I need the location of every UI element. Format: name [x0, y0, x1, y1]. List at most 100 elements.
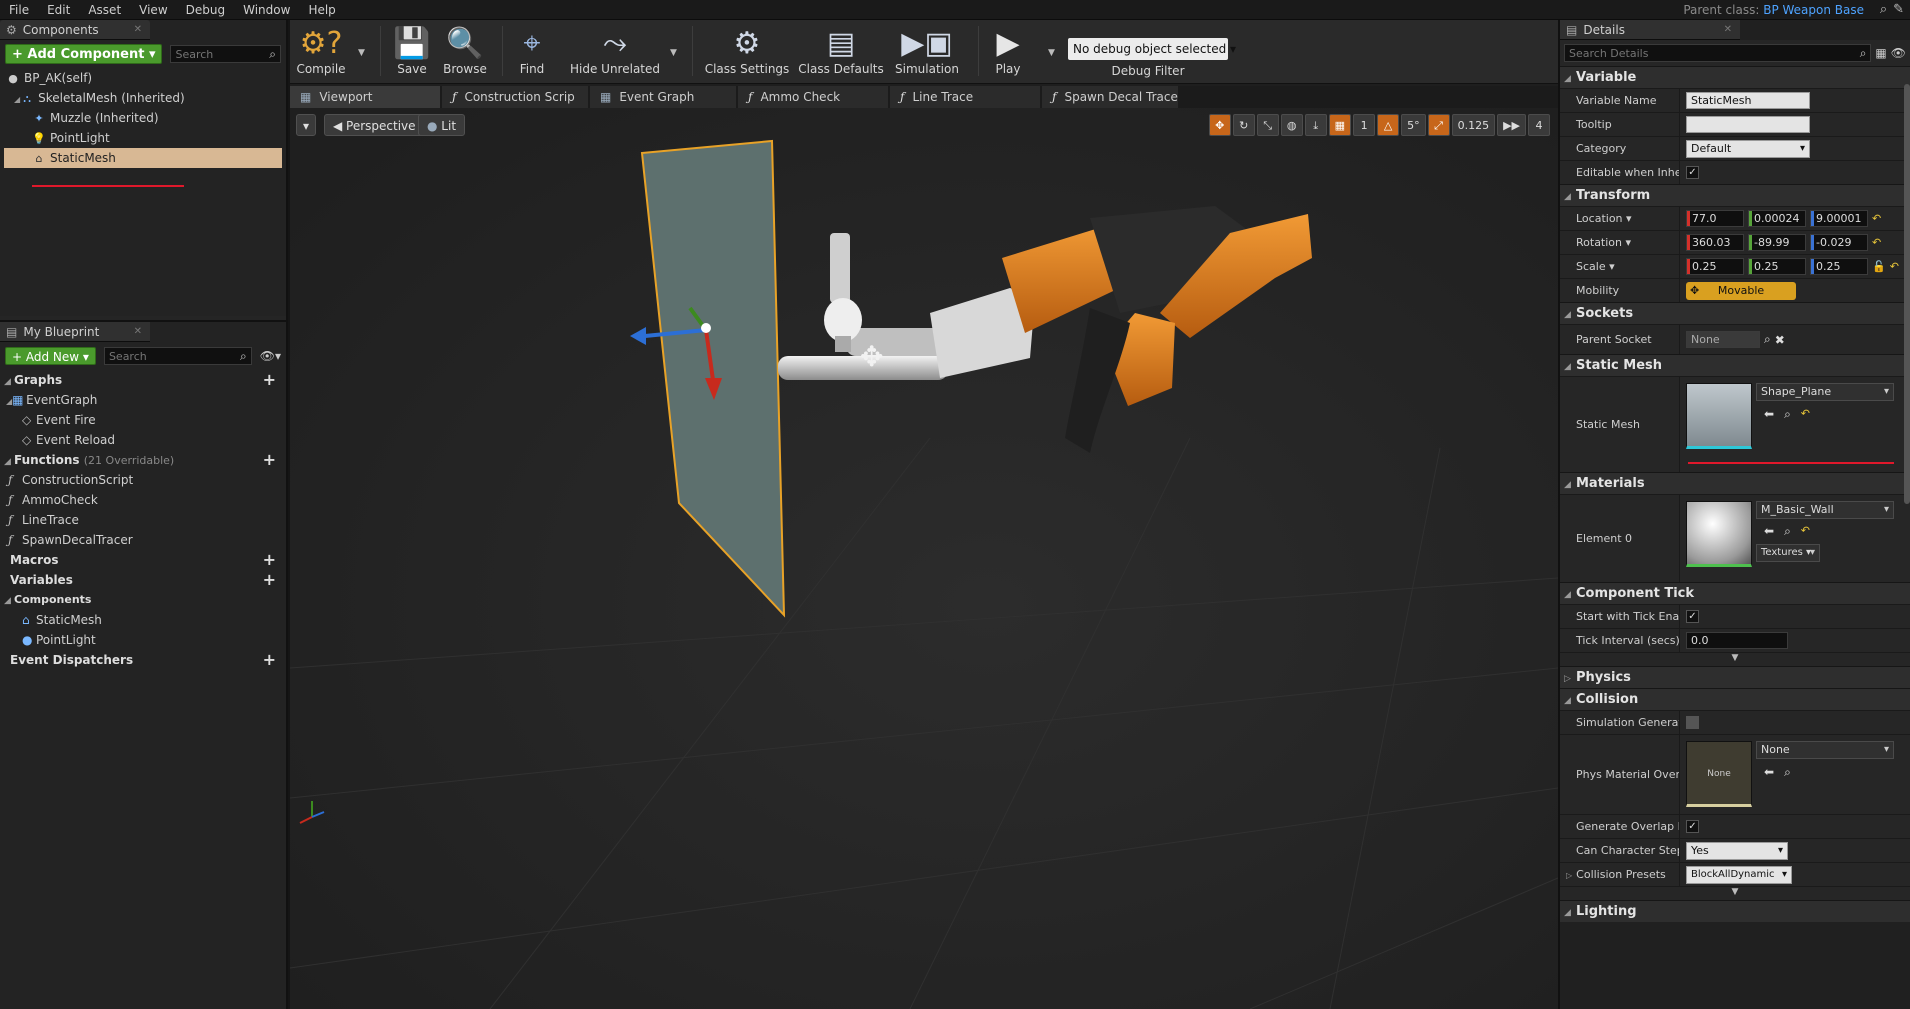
rotation-snap-value[interactable]: 5° [1401, 114, 1426, 136]
play-button[interactable]: ▶ Play [986, 24, 1030, 80]
browse-button[interactable]: 🔍 Browse [440, 24, 490, 80]
save-button[interactable]: 💾 Save [390, 24, 434, 80]
tree-item-pointlight[interactable]: 💡 PointLight [0, 128, 286, 148]
eye-icon[interactable]: 👁 [1891, 46, 1906, 60]
hide-unrelated-dropdown[interactable]: ▼ [670, 48, 677, 58]
macros-section[interactable]: Macros + [0, 550, 286, 570]
property-label[interactable]: Rotation ▾ [1560, 231, 1680, 254]
graphs-section[interactable]: ◢ Graphs + [0, 370, 286, 390]
editable-checkbox[interactable]: ✓ [1686, 166, 1699, 179]
lit-button[interactable]: ● Lit [418, 114, 466, 136]
lock-icon[interactable]: 🔓 [1872, 260, 1886, 273]
search-icon[interactable]: ⌕ [1764, 332, 1771, 347]
tick-interval-input[interactable]: 0.0 [1686, 632, 1788, 649]
static-mesh-thumbnail[interactable] [1686, 383, 1752, 449]
tree-item-staticmesh[interactable]: ⌂ StaticMesh [4, 148, 282, 168]
function-item[interactable]: ƒ ConstructionScript [0, 470, 286, 490]
tree-item-skeletalmesh[interactable]: ◢ ⛬ SkeletalMesh (Inherited) [0, 88, 286, 108]
parent-socket-field[interactable]: None [1686, 331, 1760, 348]
my-blueprint-tab[interactable]: ▤ My Blueprint ✕ [0, 322, 150, 342]
scale-snap-value[interactable]: 0.125 [1451, 114, 1496, 136]
tab-construction-script[interactable]: ƒ Construction Scrip [442, 86, 588, 108]
property-label[interactable]: ▷ Collision Presets [1560, 863, 1680, 886]
component-var-item[interactable]: ⌂ StaticMesh [0, 610, 286, 630]
details-search-input[interactable] [1569, 46, 1860, 60]
details-scrollbar[interactable] [1904, 84, 1910, 504]
add-component-button[interactable]: + Add Component ▾ [5, 44, 163, 64]
scale-z-input[interactable]: 0.25 [1810, 258, 1868, 275]
add-dispatcher-icon[interactable]: + [263, 650, 276, 670]
menu-asset[interactable]: Asset [79, 0, 130, 20]
reset-arrow-icon[interactable]: ↶ [1801, 407, 1810, 422]
perspective-button[interactable]: ◀ Perspective [324, 114, 425, 136]
add-graph-icon[interactable]: + [263, 370, 276, 390]
function-item[interactable]: ƒ SpawnDecalTracer [0, 530, 286, 550]
scale-x-input[interactable]: 0.25 [1686, 258, 1744, 275]
reset-arrow-icon[interactable]: ↶ [1890, 260, 1899, 273]
start-tick-checkbox[interactable]: ✓ [1686, 610, 1699, 623]
tab-viewport[interactable]: ▦ Viewport [290, 86, 440, 108]
menu-debug[interactable]: Debug [177, 0, 234, 20]
grid-snap-icon[interactable]: ▦ [1328, 114, 1352, 136]
scale-icon[interactable]: ⤡ [1256, 114, 1279, 136]
event-fire-item[interactable]: ◇ Event Fire [0, 410, 286, 430]
physics-section[interactable]: ▷ Physics [1560, 666, 1910, 688]
components-tab[interactable]: ⚙ Components ✕ [0, 20, 150, 40]
components-search-input[interactable] [175, 47, 270, 61]
static-mesh-select[interactable]: Shape_Plane [1756, 383, 1894, 401]
use-selected-icon[interactable]: ⬅ [1764, 407, 1774, 422]
event-reload-item[interactable]: ◇ Event Reload [0, 430, 286, 450]
functions-section[interactable]: ◢ Functions (21 Overridable) + [0, 450, 286, 470]
sockets-section[interactable]: ◢ Sockets [1560, 302, 1910, 324]
details-tab[interactable]: ▤ Details ✕ [1560, 20, 1740, 40]
event-graph-item[interactable]: ◢▦ EventGraph [0, 390, 286, 410]
edit-icon[interactable]: ✎ [1893, 2, 1904, 17]
collision-section[interactable]: ◢ Collision [1560, 688, 1910, 710]
browse-icon[interactable]: ⌕ [1784, 765, 1791, 780]
variable-section[interactable]: ◢ Variable [1560, 66, 1910, 88]
scale-snap-icon[interactable]: ⤢ [1427, 114, 1450, 136]
function-item[interactable]: ƒ LineTrace [0, 510, 286, 530]
material-thumbnail[interactable] [1686, 501, 1752, 567]
viewport-options-button[interactable]: ▾ [296, 114, 317, 136]
hide-unrelated-button[interactable]: ⤳ Hide Unrelated [570, 24, 660, 80]
use-selected-icon[interactable]: ⬅ [1764, 524, 1774, 539]
play-options-dropdown[interactable]: ▼ [1048, 48, 1055, 58]
tooltip-input[interactable] [1686, 116, 1810, 133]
property-label[interactable]: Scale ▾ [1560, 255, 1680, 278]
phys-material-select[interactable]: None [1756, 741, 1894, 759]
surface-snap-icon[interactable]: ⤓ [1304, 114, 1327, 136]
compile-options-dropdown[interactable]: ▼ [358, 48, 365, 58]
compile-button[interactable]: ⚙? Compile [296, 24, 346, 80]
component-tick-section[interactable]: ◢ Component Tick [1560, 582, 1910, 604]
simulation-button[interactable]: ▶▣ Simulation [890, 24, 964, 80]
add-macro-icon[interactable]: + [263, 550, 276, 570]
components-search[interactable]: ⌕ [170, 45, 281, 63]
rotate-icon[interactable]: ↻ [1232, 114, 1255, 136]
material-select[interactable]: M_Basic_Wall [1756, 501, 1894, 519]
close-icon[interactable]: ✕ [134, 24, 142, 35]
category-select[interactable]: Default [1686, 139, 1810, 158]
mobility-movable-button[interactable]: ✥ Movable [1686, 281, 1796, 300]
components-vars-section[interactable]: ◢ Components [0, 590, 286, 610]
transform-section[interactable]: ◢ Transform [1560, 184, 1910, 206]
event-dispatchers-section[interactable]: Event Dispatchers + [0, 650, 286, 670]
clear-icon[interactable]: ✖ [1775, 333, 1785, 347]
location-y-input[interactable]: 0.00024 [1748, 210, 1806, 227]
materials-section[interactable]: ◢ Materials [1560, 472, 1910, 494]
details-search[interactable]: ⌕ [1564, 44, 1872, 62]
reset-arrow-icon[interactable]: ↶ [1801, 524, 1810, 539]
find-button[interactable]: ⌖ Find [512, 24, 552, 80]
use-selected-icon[interactable]: ⬅ [1764, 765, 1774, 780]
menu-help[interactable]: Help [299, 0, 344, 20]
rotation-y-input[interactable]: -89.99 [1748, 234, 1806, 251]
add-new-button[interactable]: + Add New ▾ [5, 347, 96, 365]
location-x-input[interactable]: 77.0 [1686, 210, 1744, 227]
location-z-input[interactable]: 9.00001 [1810, 210, 1868, 227]
tree-item-muzzle[interactable]: ✦ Muzzle (Inherited) [0, 108, 286, 128]
tree-root[interactable]: ● BP_AK(self) [0, 68, 286, 88]
menu-view[interactable]: View [130, 0, 176, 20]
textures-dropdown[interactable]: Textures ▾ [1756, 544, 1820, 562]
class-defaults-button[interactable]: ▤ Class Defaults [796, 24, 886, 80]
close-icon[interactable]: ✕ [1724, 24, 1732, 35]
